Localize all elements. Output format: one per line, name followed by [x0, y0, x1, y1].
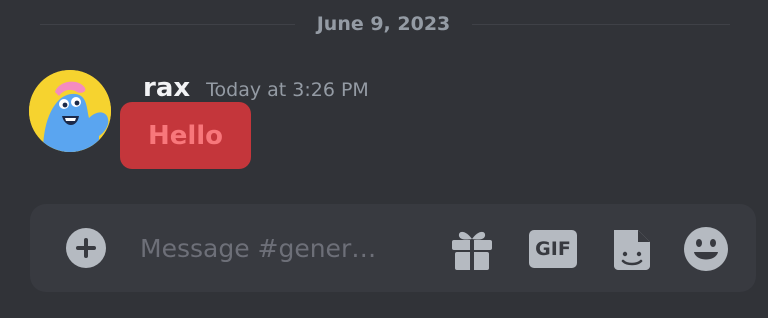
- sticker-icon: [614, 230, 650, 270]
- divider-line-left: [40, 24, 295, 25]
- message-composer: GIF: [30, 204, 756, 292]
- plus-icon-vertical: [84, 238, 88, 258]
- emoji-button[interactable]: [682, 226, 730, 272]
- chat-view: June 9, 2023 rax Today at 3:26 PM Hello …: [0, 0, 768, 318]
- gift-button[interactable]: [448, 226, 496, 272]
- gift-icon: [452, 231, 492, 270]
- date-divider-label: June 9, 2023: [316, 13, 451, 35]
- emoji-icon: [684, 227, 728, 271]
- sticker-button[interactable]: [608, 226, 656, 272]
- message-text: Hello: [147, 120, 224, 151]
- message-header: rax Today at 3:26 PM: [143, 72, 369, 104]
- message-item: rax Today at 3:26 PM Hello: [0, 66, 768, 176]
- date-divider: June 9, 2023: [40, 13, 730, 35]
- gif-button[interactable]: GIF: [528, 226, 577, 272]
- message-highlight: Hello: [120, 102, 251, 169]
- avatar[interactable]: [29, 70, 111, 152]
- attach-button[interactable]: [66, 228, 106, 268]
- username[interactable]: rax: [143, 72, 190, 104]
- message-timestamp: Today at 3:26 PM: [206, 79, 369, 101]
- message-input[interactable]: [140, 228, 430, 268]
- gif-icon: GIF: [529, 230, 577, 268]
- avatar-icon: [29, 70, 111, 152]
- divider-line-right: [472, 24, 730, 25]
